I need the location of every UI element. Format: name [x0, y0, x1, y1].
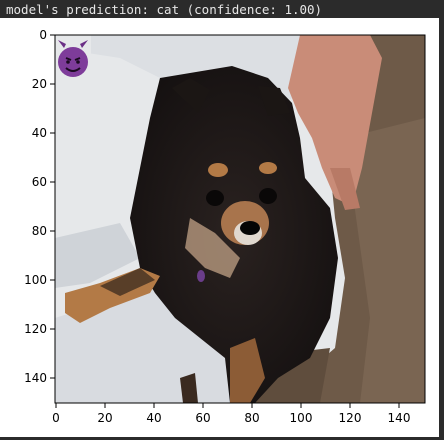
- x-tick-label: 100: [290, 411, 313, 425]
- x-tick-label: 140: [388, 411, 411, 425]
- y-tick-label: 20: [32, 77, 47, 91]
- image-axes: 0 20 40 60 80 100 120 140 0 20 40 60 80 …: [24, 28, 426, 425]
- y-tick-label: 40: [32, 126, 47, 140]
- devil-emoji-icon: [55, 35, 91, 81]
- y-tick-label: 140: [24, 371, 47, 385]
- x-tick-label: 40: [146, 411, 161, 425]
- output-title: model's prediction: cat (confidence: 1.0…: [6, 2, 323, 17]
- y-tick-label: 100: [24, 273, 47, 287]
- dog-photo: [55, 35, 425, 403]
- x-axis: 0 20 40 60 80 100 120 140: [52, 403, 410, 425]
- x-tick-label: 60: [195, 411, 210, 425]
- x-tick-label: 0: [52, 411, 60, 425]
- dog-paw: [180, 373, 198, 403]
- x-tick-label: 120: [339, 411, 362, 425]
- dog-brow: [259, 162, 277, 174]
- y-tick-label: 0: [39, 28, 47, 42]
- y-axis: 0 20 40 60 80 100 120 140: [24, 28, 55, 385]
- x-tick-label: 20: [97, 411, 112, 425]
- figure-output: model's prediction: cat (confidence: 1.0…: [0, 0, 444, 440]
- y-tick-label: 80: [32, 224, 47, 238]
- y-tick-label: 120: [24, 322, 47, 336]
- dog-brow: [208, 163, 228, 177]
- x-tick-label: 80: [244, 411, 259, 425]
- dog-tag: [197, 270, 205, 282]
- figure-canvas: 0 20 40 60 80 100 120 140 0 20 40 60 80 …: [0, 18, 439, 437]
- y-tick-label: 60: [32, 175, 47, 189]
- dog-nose: [240, 221, 260, 235]
- dog-eye: [206, 190, 224, 206]
- dog-eye: [259, 188, 277, 204]
